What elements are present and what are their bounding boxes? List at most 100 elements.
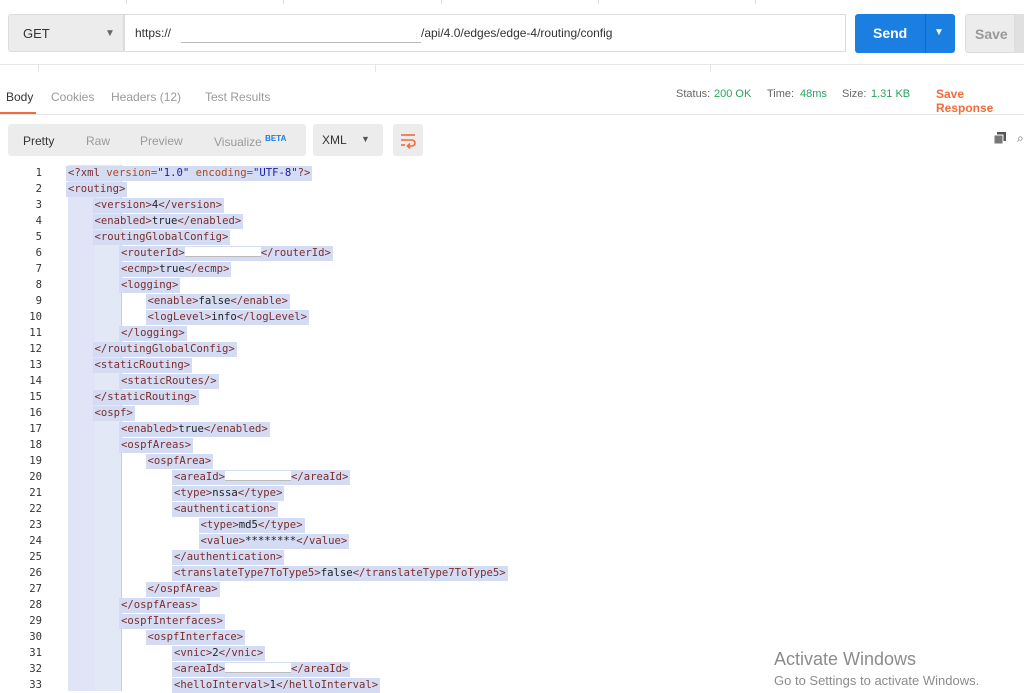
code-tag: </ospfArea> xyxy=(147,583,218,595)
code-line: <translateType7ToType5>false</translateT… xyxy=(172,566,508,581)
code-line: <ospfInterface> xyxy=(145,630,246,645)
view-raw[interactable]: Raw xyxy=(86,134,110,148)
line-number: 13 xyxy=(29,359,42,371)
code-tag: version= xyxy=(106,167,158,179)
view-pretty[interactable]: Pretty xyxy=(23,134,54,148)
code-tag: <enabled> xyxy=(121,423,179,435)
code-line: <staticRouting> xyxy=(92,358,193,373)
save-response-button[interactable]: Save Response xyxy=(936,87,1024,115)
code-tag: </helloInterval> xyxy=(276,679,379,691)
url-input[interactable]: https:// /api/4.0/edges/edge-4/routing/c… xyxy=(124,14,846,52)
chevron-down-icon[interactable]: ▼ xyxy=(934,27,944,38)
code-line: <type>md5</type> xyxy=(198,518,305,533)
code-tag: </enabled> xyxy=(203,423,268,435)
status-label: Status: xyxy=(676,88,711,100)
save-dropdown[interactable] xyxy=(1015,14,1024,53)
line-number: 5 xyxy=(35,231,42,243)
code-tag: </areaId> xyxy=(291,471,349,483)
code-line: <routing> xyxy=(66,182,128,197)
tab-test-results[interactable]: Test Results xyxy=(205,90,270,104)
code-tag: <type> xyxy=(174,487,213,499)
code-tag: </routingGlobalConfig> xyxy=(94,343,235,355)
tab-cookies[interactable]: Cookies xyxy=(51,90,94,104)
line-number: 25 xyxy=(29,551,42,563)
code-line: <logLevel>info</logLevel> xyxy=(145,310,309,325)
code-line: <logging> xyxy=(119,278,181,293)
redacted-value xyxy=(225,471,292,481)
code-tag: <?xml xyxy=(68,167,107,179)
code-tag: <authentication> xyxy=(174,503,277,515)
code-tag: <routingGlobalConfig> xyxy=(94,231,229,243)
strip-divider xyxy=(283,0,284,4)
time-label: Time: xyxy=(767,88,795,100)
format-select[interactable]: XML ▼ xyxy=(313,124,383,156)
code-tag: </logging> xyxy=(121,327,185,339)
strip-divider xyxy=(441,0,442,4)
copy-icon[interactable] xyxy=(994,132,1006,144)
line-number: 7 xyxy=(35,263,42,275)
code-line: <version>4</version> xyxy=(92,198,225,213)
tab-headers[interactable]: Headers (12) xyxy=(111,90,181,104)
line-number: 19 xyxy=(29,455,42,467)
code-tag: <helloInterval> xyxy=(174,679,270,691)
line-number: 11 xyxy=(29,327,42,339)
response-body[interactable]: 1 <?xml version="1.0" encoding="UTF-8"?> 2… xyxy=(0,164,1024,693)
pane-divider xyxy=(710,64,711,72)
line-number: 26 xyxy=(29,567,42,579)
pane-divider xyxy=(375,64,376,72)
code-tag: <ospfArea> xyxy=(147,455,212,467)
code-tag: </authentication> xyxy=(174,551,283,563)
wrap-lines-button[interactable] xyxy=(393,124,423,156)
size-label: Size: xyxy=(842,88,867,100)
code-text: nssa xyxy=(212,487,238,499)
method-select[interactable]: GET ▼ xyxy=(8,14,124,52)
line-number: 16 xyxy=(29,407,42,419)
line-number: 3 xyxy=(35,199,42,211)
code-line: <enabled>true</enabled> xyxy=(92,214,244,229)
send-button[interactable]: Send ▼ xyxy=(855,14,955,53)
size-value: 1.31 KB xyxy=(871,88,910,100)
code-tag: encoding= xyxy=(189,167,253,179)
code-line: <enabled>true</enabled> xyxy=(119,422,270,437)
line-number: 28 xyxy=(29,599,42,611)
code-line: </routingGlobalConfig> xyxy=(92,342,237,357)
tab-body[interactable]: Body xyxy=(6,90,33,104)
code-tag: </value> xyxy=(296,535,348,547)
code-tag: <enable> xyxy=(147,295,199,307)
time-value: 48ms xyxy=(800,88,827,100)
code-line: <routingGlobalConfig> xyxy=(92,230,231,245)
view-visualize[interactable]: Visualize BETA xyxy=(214,134,286,149)
code-tag: <version> xyxy=(94,199,152,211)
code-line: <vnic>2</vnic> xyxy=(172,646,266,661)
view-preview[interactable]: Preview xyxy=(140,134,183,148)
code-tag: </enabled> xyxy=(177,215,242,227)
code-line: <ospfInterfaces> xyxy=(119,614,226,629)
code-line: <ospfArea> xyxy=(145,454,214,469)
code-line: <staticRoutes/> xyxy=(119,374,219,389)
code-line: </staticRouting> xyxy=(92,390,199,405)
code-text: info xyxy=(211,311,237,323)
section-divider xyxy=(0,64,1024,65)
search-icon[interactable]: ⌕ xyxy=(1017,131,1024,146)
code-line: <authentication> xyxy=(172,502,279,517)
code-text: true xyxy=(151,215,178,227)
code-tag: </enable> xyxy=(230,295,288,307)
url-path: /api/4.0/edges/edge-4/routing/config xyxy=(421,26,613,40)
activate-windows-subtitle: Go to Settings to activate Windows. xyxy=(774,673,980,688)
code-tag: "1.0" xyxy=(157,167,190,179)
code-tag: <type> xyxy=(200,519,239,531)
code-tag: <areaId> xyxy=(174,663,226,675)
code-tag: </ospfAreas> xyxy=(121,599,198,611)
top-strip xyxy=(0,0,1024,4)
strip-divider xyxy=(598,0,599,4)
redacted-host xyxy=(181,30,421,43)
tabs-divider xyxy=(0,114,1024,115)
code-tag: </vnic> xyxy=(218,647,264,659)
wrap-lines-icon xyxy=(401,134,416,149)
line-number: 2 xyxy=(35,183,42,195)
code-tag: </version> xyxy=(158,199,223,211)
code-line: </ospfAreas> xyxy=(119,598,200,613)
save-button[interactable]: Save xyxy=(965,14,1015,53)
code-line: <?xml version="1.0" encoding="UTF-8"?> xyxy=(66,166,313,181)
code-text: ******** xyxy=(245,535,297,547)
